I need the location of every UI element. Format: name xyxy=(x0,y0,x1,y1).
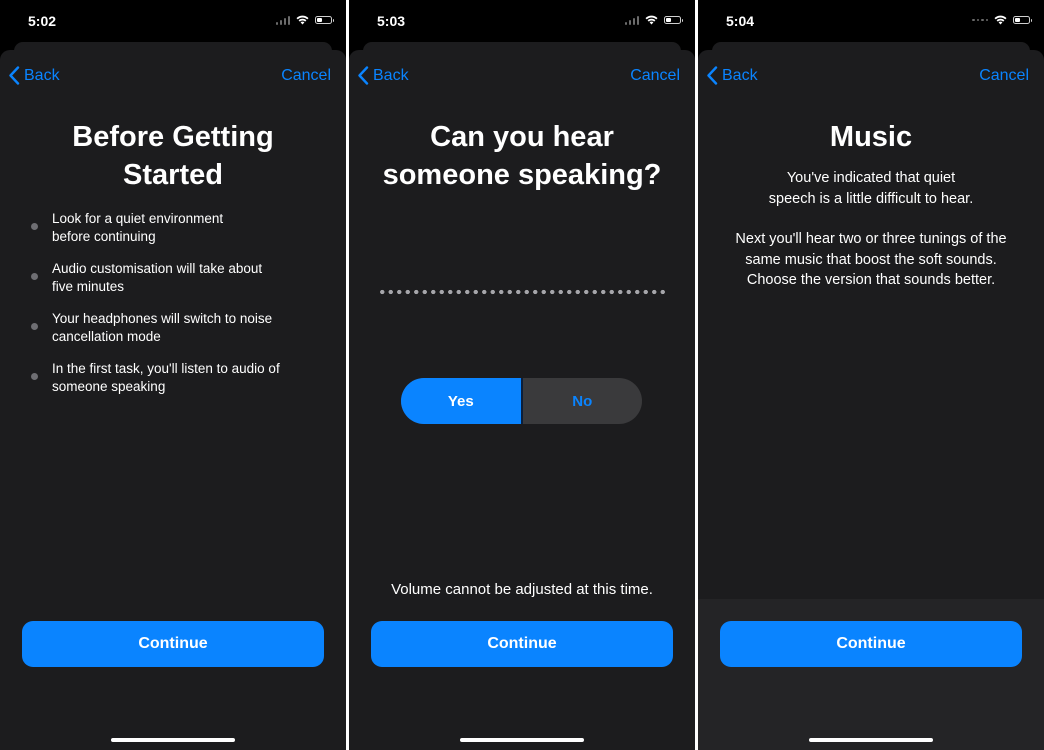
bullet-dot-icon xyxy=(31,323,38,330)
cellular-signal-icon xyxy=(624,15,639,25)
home-indicator[interactable] xyxy=(460,738,584,742)
back-label: Back xyxy=(722,66,758,84)
chevron-left-icon xyxy=(358,66,369,85)
bullet-dot-icon xyxy=(31,373,38,380)
title-line: Before Getting xyxy=(72,121,274,153)
back-button[interactable]: Back xyxy=(357,66,409,85)
screen-before-getting-started: 5:02 Back Cancel Before Getting Started … xyxy=(0,0,346,750)
status-icons xyxy=(972,15,1032,25)
battery-icon xyxy=(664,16,683,24)
status-time: 5:03 xyxy=(377,13,406,29)
back-button[interactable]: Back xyxy=(706,66,758,85)
list-item: Look for a quiet environment before conti… xyxy=(30,210,336,246)
status-bar: 5:04 xyxy=(698,0,1044,40)
yes-no-segmented-control[interactable]: Yes No xyxy=(401,378,642,424)
no-button[interactable]: No xyxy=(523,378,643,424)
chevron-left-icon xyxy=(9,66,20,85)
paragraph-line: same music that boost the soft sounds. xyxy=(745,251,997,268)
bullet-dot-icon xyxy=(31,223,38,230)
home-indicator[interactable] xyxy=(809,738,933,742)
instructions-list: Look for a quiet environment before conti… xyxy=(30,210,336,410)
paragraph-line: Choose the version that sounds better. xyxy=(746,272,996,288)
paragraph-line: Next you'll hear two or three tunings of… xyxy=(735,231,1007,247)
status-bar: 5:02 xyxy=(0,0,346,40)
title-line: someone speaking? xyxy=(382,159,662,191)
cancel-button[interactable]: Cancel xyxy=(979,67,1029,85)
volume-note: Volume cannot be adjusted at this time. xyxy=(391,581,653,598)
status-time: 5:02 xyxy=(28,13,57,29)
wifi-icon xyxy=(994,15,1007,25)
list-item-text: someone speaking xyxy=(52,379,166,394)
title-line: Music xyxy=(829,121,913,153)
battery-icon xyxy=(1013,16,1032,24)
list-item-text: cancellation mode xyxy=(52,329,161,344)
back-label: Back xyxy=(373,66,409,84)
back-label: Back xyxy=(24,66,60,84)
bullet-dot-icon xyxy=(31,273,38,280)
instructions-paragraph: Next you'll hear two or three tunings of… xyxy=(716,229,1026,291)
page-title: Music xyxy=(698,118,1044,156)
status-bar: 5:03 xyxy=(349,0,695,40)
paragraph-line: You've indicated that quiet xyxy=(786,170,956,186)
cellular-signal-icon xyxy=(275,15,290,25)
battery-icon xyxy=(315,16,334,24)
screens-container: 5:02 Back Cancel Before Getting Started … xyxy=(0,0,1044,750)
wifi-icon xyxy=(645,15,658,25)
cellular-signal-icon xyxy=(972,16,988,25)
list-item-text: Audio customisation will take about xyxy=(52,261,263,276)
list-item-text: In the first task, you'll listen to audi… xyxy=(52,361,280,376)
status-icons xyxy=(624,15,683,25)
continue-button[interactable]: Continue xyxy=(371,621,673,667)
home-indicator[interactable] xyxy=(111,738,235,742)
continue-button[interactable]: Continue xyxy=(22,621,324,667)
title-line: Started xyxy=(123,159,223,191)
page-title: Can you hear someone speaking? xyxy=(349,118,695,194)
page-title: Before Getting Started xyxy=(0,118,346,194)
chevron-left-icon xyxy=(707,66,718,85)
wifi-icon xyxy=(296,15,309,25)
cancel-button[interactable]: Cancel xyxy=(630,67,680,85)
list-item-text: five minutes xyxy=(52,279,125,294)
continue-button[interactable]: Continue xyxy=(720,621,1022,667)
list-item: Audio customisation will take about five … xyxy=(30,260,336,296)
list-item-text: Your headphones will switch to noise xyxy=(52,311,273,326)
back-button[interactable]: Back xyxy=(8,66,60,85)
screen-can-you-hear: 5:03 Back Cancel Can you hear someone sp… xyxy=(349,0,695,750)
list-item-text: before continuing xyxy=(52,229,156,244)
status-time: 5:04 xyxy=(726,13,755,29)
description-paragraph: You've indicated that quiet speech is a … xyxy=(716,168,1026,209)
paragraph-line: speech is a little difficult to hear. xyxy=(768,190,974,207)
yes-button[interactable]: Yes xyxy=(401,378,523,424)
list-item-text: Look for a quiet environment xyxy=(52,211,224,226)
list-item: In the first task, you'll listen to audi… xyxy=(30,360,336,396)
title-line: Can you hear xyxy=(430,121,614,153)
status-icons xyxy=(275,15,334,25)
audio-waveform-indicator xyxy=(378,289,666,295)
list-item: Your headphones will switch to noise canc… xyxy=(30,310,336,346)
cancel-button[interactable]: Cancel xyxy=(281,67,331,85)
screen-music: 5:04 Back Cancel Music You've indicated … xyxy=(698,0,1044,750)
